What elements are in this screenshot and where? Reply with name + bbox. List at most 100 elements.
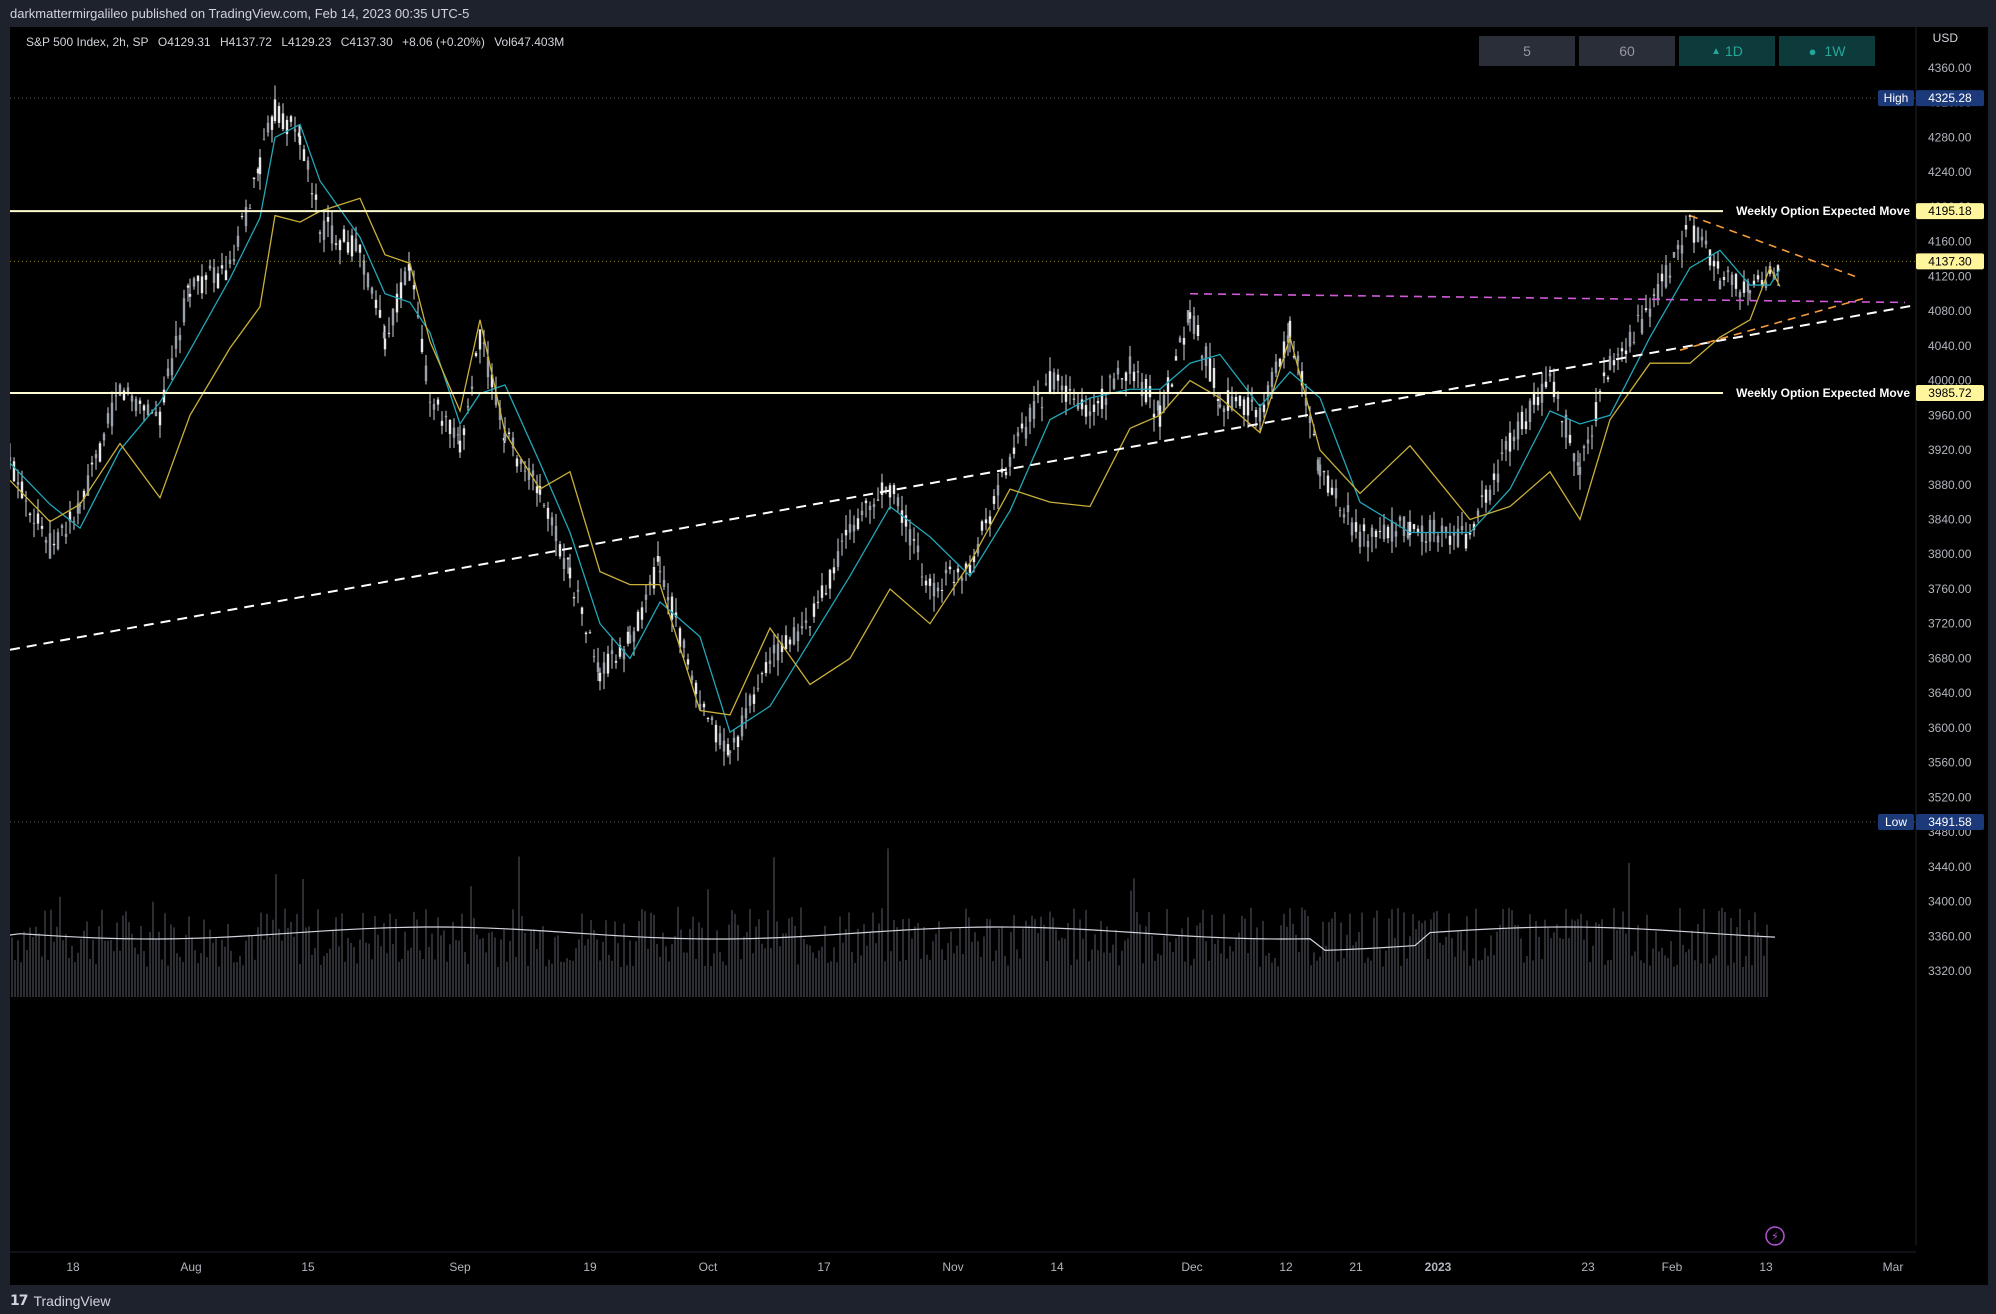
chart-area[interactable]: 4360.004320.004280.004240.004200.004160.…: [10, 27, 1988, 1285]
candle-body: [192, 278, 196, 287]
candle-body: [1262, 404, 1266, 413]
candle-body: [1318, 464, 1322, 477]
candle-body: [1492, 473, 1496, 480]
candle-body: [1254, 410, 1258, 418]
timeframe-5-button[interactable]: 5: [1479, 36, 1575, 66]
candle-body: [1692, 225, 1696, 243]
candle-body: [258, 157, 262, 175]
candle-body: [824, 593, 828, 595]
candle-body: [16, 481, 20, 485]
time-axis-label: 15: [301, 1260, 315, 1274]
price-axis-label: 3320.00: [1928, 964, 1972, 978]
candle-body: [1346, 505, 1350, 513]
candle-body: [1684, 224, 1688, 230]
candle-body: [718, 733, 722, 746]
candle-body: [266, 122, 270, 133]
candle-body: [32, 522, 36, 524]
timeframe-buttons: 5 60 ▲ 1D ● 1W: [1479, 36, 1875, 66]
candle-body: [1350, 522, 1354, 536]
volume-ma-line: [10, 926, 1776, 951]
candle-body: [1342, 514, 1346, 518]
candle-body: [182, 298, 186, 323]
time-axis-label: Aug: [180, 1260, 201, 1274]
symbol-title[interactable]: S&P 500 Index, 2h, SP: [26, 35, 149, 49]
candle-body: [20, 481, 24, 499]
candle-body: [1536, 396, 1540, 406]
candle-body: [1044, 383, 1048, 385]
publish-line: darkmattermirgalileo published on Tradin…: [10, 6, 470, 21]
candle-body: [478, 329, 482, 350]
timeframe-1w-button[interactable]: ● 1W: [1779, 36, 1875, 66]
price-axis-label: 3400.00: [1928, 895, 1972, 909]
candle-body: [1712, 260, 1716, 267]
candle-body: [1612, 360, 1616, 366]
candle-body: [1648, 308, 1652, 317]
candle-body: [1192, 315, 1196, 334]
price-axis-label: 3880.00: [1928, 478, 1972, 492]
candle-body: [1104, 398, 1108, 405]
candle-body: [588, 632, 592, 634]
candle-body: [515, 458, 519, 467]
candle-body: [1476, 510, 1480, 517]
candle-body: [1544, 381, 1548, 388]
candle-body: [808, 626, 812, 628]
candle-body: [248, 208, 252, 210]
candle-body: [1496, 473, 1500, 483]
tradingview-logo[interactable]: 𝟭𝟳 TradingView: [10, 1292, 111, 1309]
candle-body: [1124, 372, 1128, 381]
candle-body: [1590, 435, 1594, 437]
candle-body: [1582, 446, 1586, 449]
candle-body: [204, 275, 208, 280]
lower-move-value: 3985.72: [1928, 386, 1972, 400]
candle-body: [1246, 397, 1250, 416]
candle-body: [1748, 290, 1752, 294]
candle-body: [1398, 517, 1402, 521]
candle-body: [1382, 524, 1386, 540]
candle-body: [1752, 280, 1756, 285]
candle-body: [1028, 407, 1032, 422]
last-price-value: 4137.30: [1928, 254, 1972, 268]
candle-body: [452, 427, 456, 438]
candle-body: [1060, 385, 1064, 391]
candle-body: [1092, 404, 1096, 412]
candle-body: [387, 332, 391, 334]
time-axis-label: Feb: [1662, 1260, 1683, 1274]
candle-body: [130, 395, 134, 402]
time-axis-label: 17: [817, 1260, 831, 1274]
timeframe-label: 1D: [1725, 43, 1743, 59]
candle-body: [474, 352, 478, 357]
candle-body: [420, 338, 424, 353]
candle-body: [273, 99, 277, 121]
candle-body: [554, 525, 558, 542]
candle-body: [310, 193, 314, 195]
legend-volume: Vol647.403M: [494, 35, 565, 49]
candle-body: [52, 543, 56, 546]
candle-body: [1576, 462, 1580, 466]
candle-body: [1676, 244, 1680, 250]
candle-body: [1394, 531, 1398, 537]
candle-body: [1632, 341, 1636, 343]
candle-body: [1586, 439, 1590, 444]
candle-body: [1436, 535, 1440, 543]
candle-body: [1132, 371, 1136, 382]
candle-body: [1578, 466, 1582, 475]
candle-body: [289, 116, 293, 122]
candle-body: [932, 582, 936, 597]
candle-body: [216, 273, 220, 289]
price-chart[interactable]: 4360.004320.004280.004240.004200.004160.…: [10, 27, 1988, 1285]
timeframe-label: 1W: [1824, 43, 1846, 59]
candle-body: [572, 597, 576, 599]
timeframe-60-button[interactable]: 60: [1579, 36, 1675, 66]
candle-body: [1174, 356, 1178, 361]
candle-body: [330, 225, 334, 244]
candle-body: [924, 580, 928, 586]
candle-body: [796, 631, 800, 642]
candle-body: [1420, 525, 1424, 542]
candle-body: [788, 639, 792, 645]
low-value: 3491.58: [1928, 815, 1972, 829]
candle-body: [1162, 394, 1166, 411]
timeframe-1d-button[interactable]: ▲ 1D: [1679, 36, 1775, 66]
candle-body: [383, 338, 387, 350]
candle-body: [188, 293, 192, 297]
candle-body: [772, 644, 776, 654]
